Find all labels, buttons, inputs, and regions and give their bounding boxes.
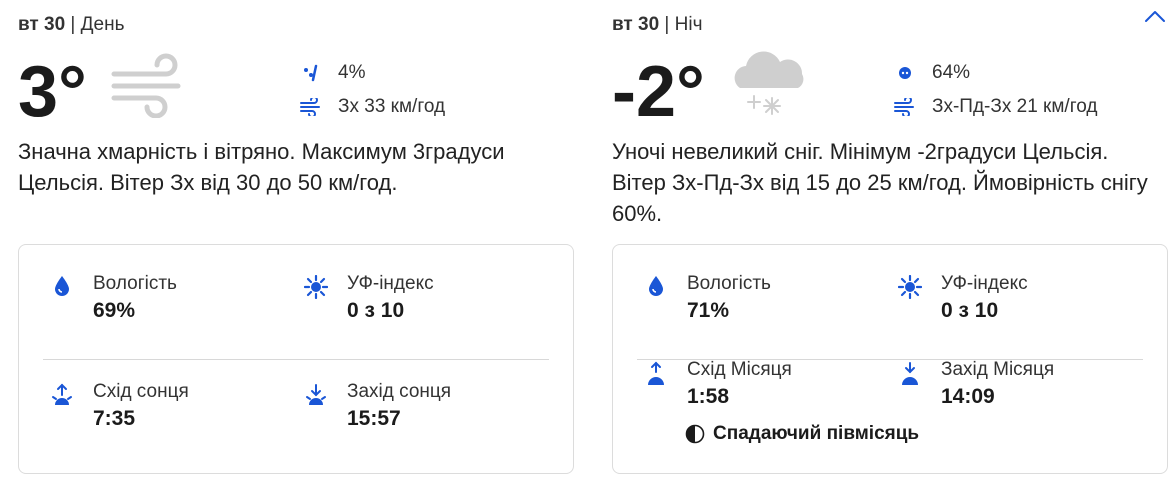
wind-small-icon: [894, 96, 916, 118]
day-uv-label: УФ-індекс: [347, 273, 434, 294]
night-period: Ніч: [674, 14, 703, 35]
day-sunrise-label: Схід сонця: [93, 381, 189, 402]
day-sunset-label: Захід сонця: [347, 381, 452, 402]
night-date: вт 30: [612, 14, 660, 35]
night-uv-label: УФ-індекс: [941, 273, 1028, 294]
sunrise-icon: [49, 383, 75, 409]
night-date-line: вт 30 | Ніч: [612, 14, 703, 36]
sun-icon: [897, 275, 923, 301]
snow-dot-icon: [894, 62, 916, 84]
day-forecast-panel: вт 30 | День 3° 4% Зх 33 км/год Значна х…: [18, 0, 578, 486]
night-moonset: Захід Місяця 14:09: [897, 357, 1054, 411]
day-precip-row: 4%: [300, 56, 445, 90]
moonrise-icon: [643, 361, 669, 387]
day-period: День: [80, 14, 125, 35]
half-moon-icon: [685, 424, 705, 444]
night-forecast-panel: вт 30 | Ніч -2° 64% Зх-Пд-Зх 21 км/год У…: [612, 0, 1172, 486]
day-sunrise: Схід сонця 7:35: [49, 379, 189, 433]
moon-phase: Спадаючий півмісяць: [685, 423, 919, 445]
day-humidity-value: 69%: [93, 299, 136, 322]
day-humidity-label: Вологість: [93, 273, 177, 294]
day-uv: УФ-індекс 0 з 10: [303, 271, 434, 325]
day-details-divider: [43, 359, 549, 360]
sunset-icon: [303, 383, 329, 409]
wind-small-icon: [300, 96, 322, 118]
sun-icon: [303, 275, 329, 301]
rain-drops-icon: [300, 62, 322, 84]
night-moonrise: Схід Місяця 1:58: [643, 357, 792, 411]
day-summary: Значна хмарність і вітряно. Максимум 3гр…: [18, 139, 505, 195]
night-humidity: Вологість 71%: [643, 271, 771, 325]
day-wind-row: Зх 33 км/год: [300, 90, 445, 124]
day-temperature: 3°: [18, 52, 87, 132]
night-humidity-label: Вологість: [687, 273, 771, 294]
night-summary: Уночі невеликий сніг. Мінімум -2градуси …: [612, 139, 1148, 226]
collapse-chevron-up-icon[interactable]: [1142, 6, 1168, 26]
day-date-line: вт 30 | День: [18, 14, 124, 36]
day-precip-value: 4%: [338, 62, 366, 83]
night-uv-value: 0 з 10: [941, 299, 999, 322]
night-separator: |: [659, 14, 675, 35]
water-drop-icon: [643, 275, 669, 301]
day-wind-value: Зх 33 км/год: [338, 96, 446, 117]
cloud-snow-icon: [726, 48, 810, 125]
wind-icon: [110, 48, 190, 123]
night-wind-value: Зх-Пд-Зх 21 км/год: [932, 96, 1098, 117]
day-separator: |: [65, 14, 81, 35]
night-moonrise-value: 1:58: [687, 385, 730, 408]
day-sunset: Захід сонця 15:57: [303, 379, 451, 433]
day-sunrise-value: 7:35: [93, 407, 136, 430]
moon-phase-label: Спадаючий півмісяць: [713, 423, 920, 444]
night-details-card: Вологість 71% УФ-індекс 0 з 10 Схід Міся…: [612, 244, 1168, 474]
night-humidity-value: 71%: [687, 299, 730, 322]
night-precip-value: 64%: [932, 62, 971, 83]
night-moonset-value: 14:09: [941, 385, 995, 408]
day-sunset-value: 15:57: [347, 407, 401, 430]
day-uv-value: 0 з 10: [347, 299, 405, 322]
night-uv: УФ-індекс 0 з 10: [897, 271, 1028, 325]
night-moonset-label: Захід Місяця: [941, 359, 1055, 380]
water-drop-icon: [49, 275, 75, 301]
night-wind-row: Зх-Пд-Зх 21 км/год: [894, 90, 1097, 124]
day-humidity: Вологість 69%: [49, 271, 177, 325]
night-moonrise-label: Схід Місяця: [687, 359, 792, 380]
day-details-card: Вологість 69% УФ-індекс 0 з 10 Схід сонц…: [18, 244, 574, 474]
moonset-icon: [897, 361, 923, 387]
night-temperature: -2°: [612, 52, 705, 132]
night-precip-row: 64%: [894, 56, 1097, 90]
day-date: вт 30: [18, 14, 66, 35]
